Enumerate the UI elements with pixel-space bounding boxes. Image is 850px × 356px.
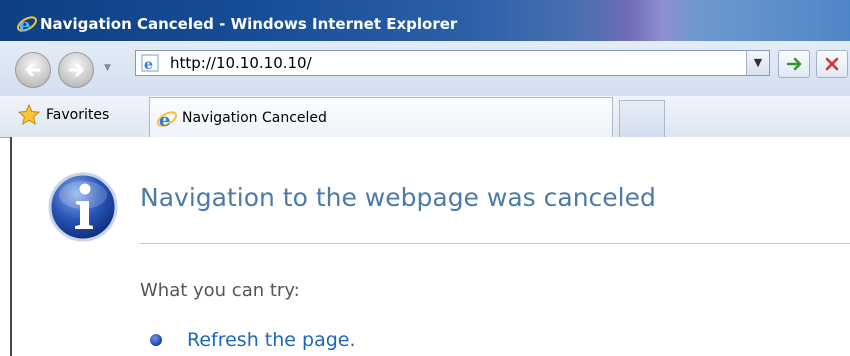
tab-navigation-canceled[interactable]: e Navigation Canceled xyxy=(149,97,613,138)
page-content: Navigation to the webpage was canceled W… xyxy=(10,137,850,356)
address-bar[interactable]: e http://10.10.10.10/ ▼ xyxy=(135,50,770,76)
star-icon xyxy=(17,103,41,130)
favorites-label: Favorites xyxy=(46,107,110,123)
forward-button[interactable] xyxy=(58,52,94,88)
address-dropdown-button[interactable]: ▼ xyxy=(746,51,769,75)
red-x-icon xyxy=(825,57,839,71)
svg-text:e: e xyxy=(19,15,30,35)
history-dropdown-button[interactable]: ▼ xyxy=(104,63,111,73)
ie-logo-icon: e xyxy=(16,13,38,39)
info-icon xyxy=(47,171,119,247)
go-button[interactable] xyxy=(778,50,810,78)
forward-arrow-icon xyxy=(68,63,84,77)
divider xyxy=(140,243,850,244)
tab-label: Navigation Canceled xyxy=(182,110,327,126)
navigation-bar: ▼ e http://10.10.10.10/ ▼ xyxy=(0,41,850,96)
window-title-bar[interactable]: e Navigation Canceled - Windows Internet… xyxy=(0,0,850,41)
refresh-page-link[interactable]: Refresh the page. xyxy=(187,329,356,351)
ie-page-icon: e xyxy=(141,54,159,76)
svg-text:e: e xyxy=(144,57,153,72)
bullet-icon xyxy=(150,334,162,346)
stop-button[interactable] xyxy=(816,50,848,78)
back-button[interactable] xyxy=(15,52,51,88)
window-title: Navigation Canceled - Windows Internet E… xyxy=(40,15,458,33)
page-heading: Navigation to the webpage was canceled xyxy=(140,183,656,212)
svg-text:e: e xyxy=(159,110,170,130)
new-tab-button[interactable] xyxy=(619,100,665,138)
what-you-can-try-label: What you can try: xyxy=(140,280,300,301)
address-url[interactable]: http://10.10.10.10/ xyxy=(170,54,312,72)
ie-page-icon: e xyxy=(156,108,178,134)
back-arrow-icon xyxy=(25,63,41,77)
green-arrow-icon xyxy=(786,57,802,71)
favorites-bar: Favorites e Navigation Canceled xyxy=(0,96,850,138)
